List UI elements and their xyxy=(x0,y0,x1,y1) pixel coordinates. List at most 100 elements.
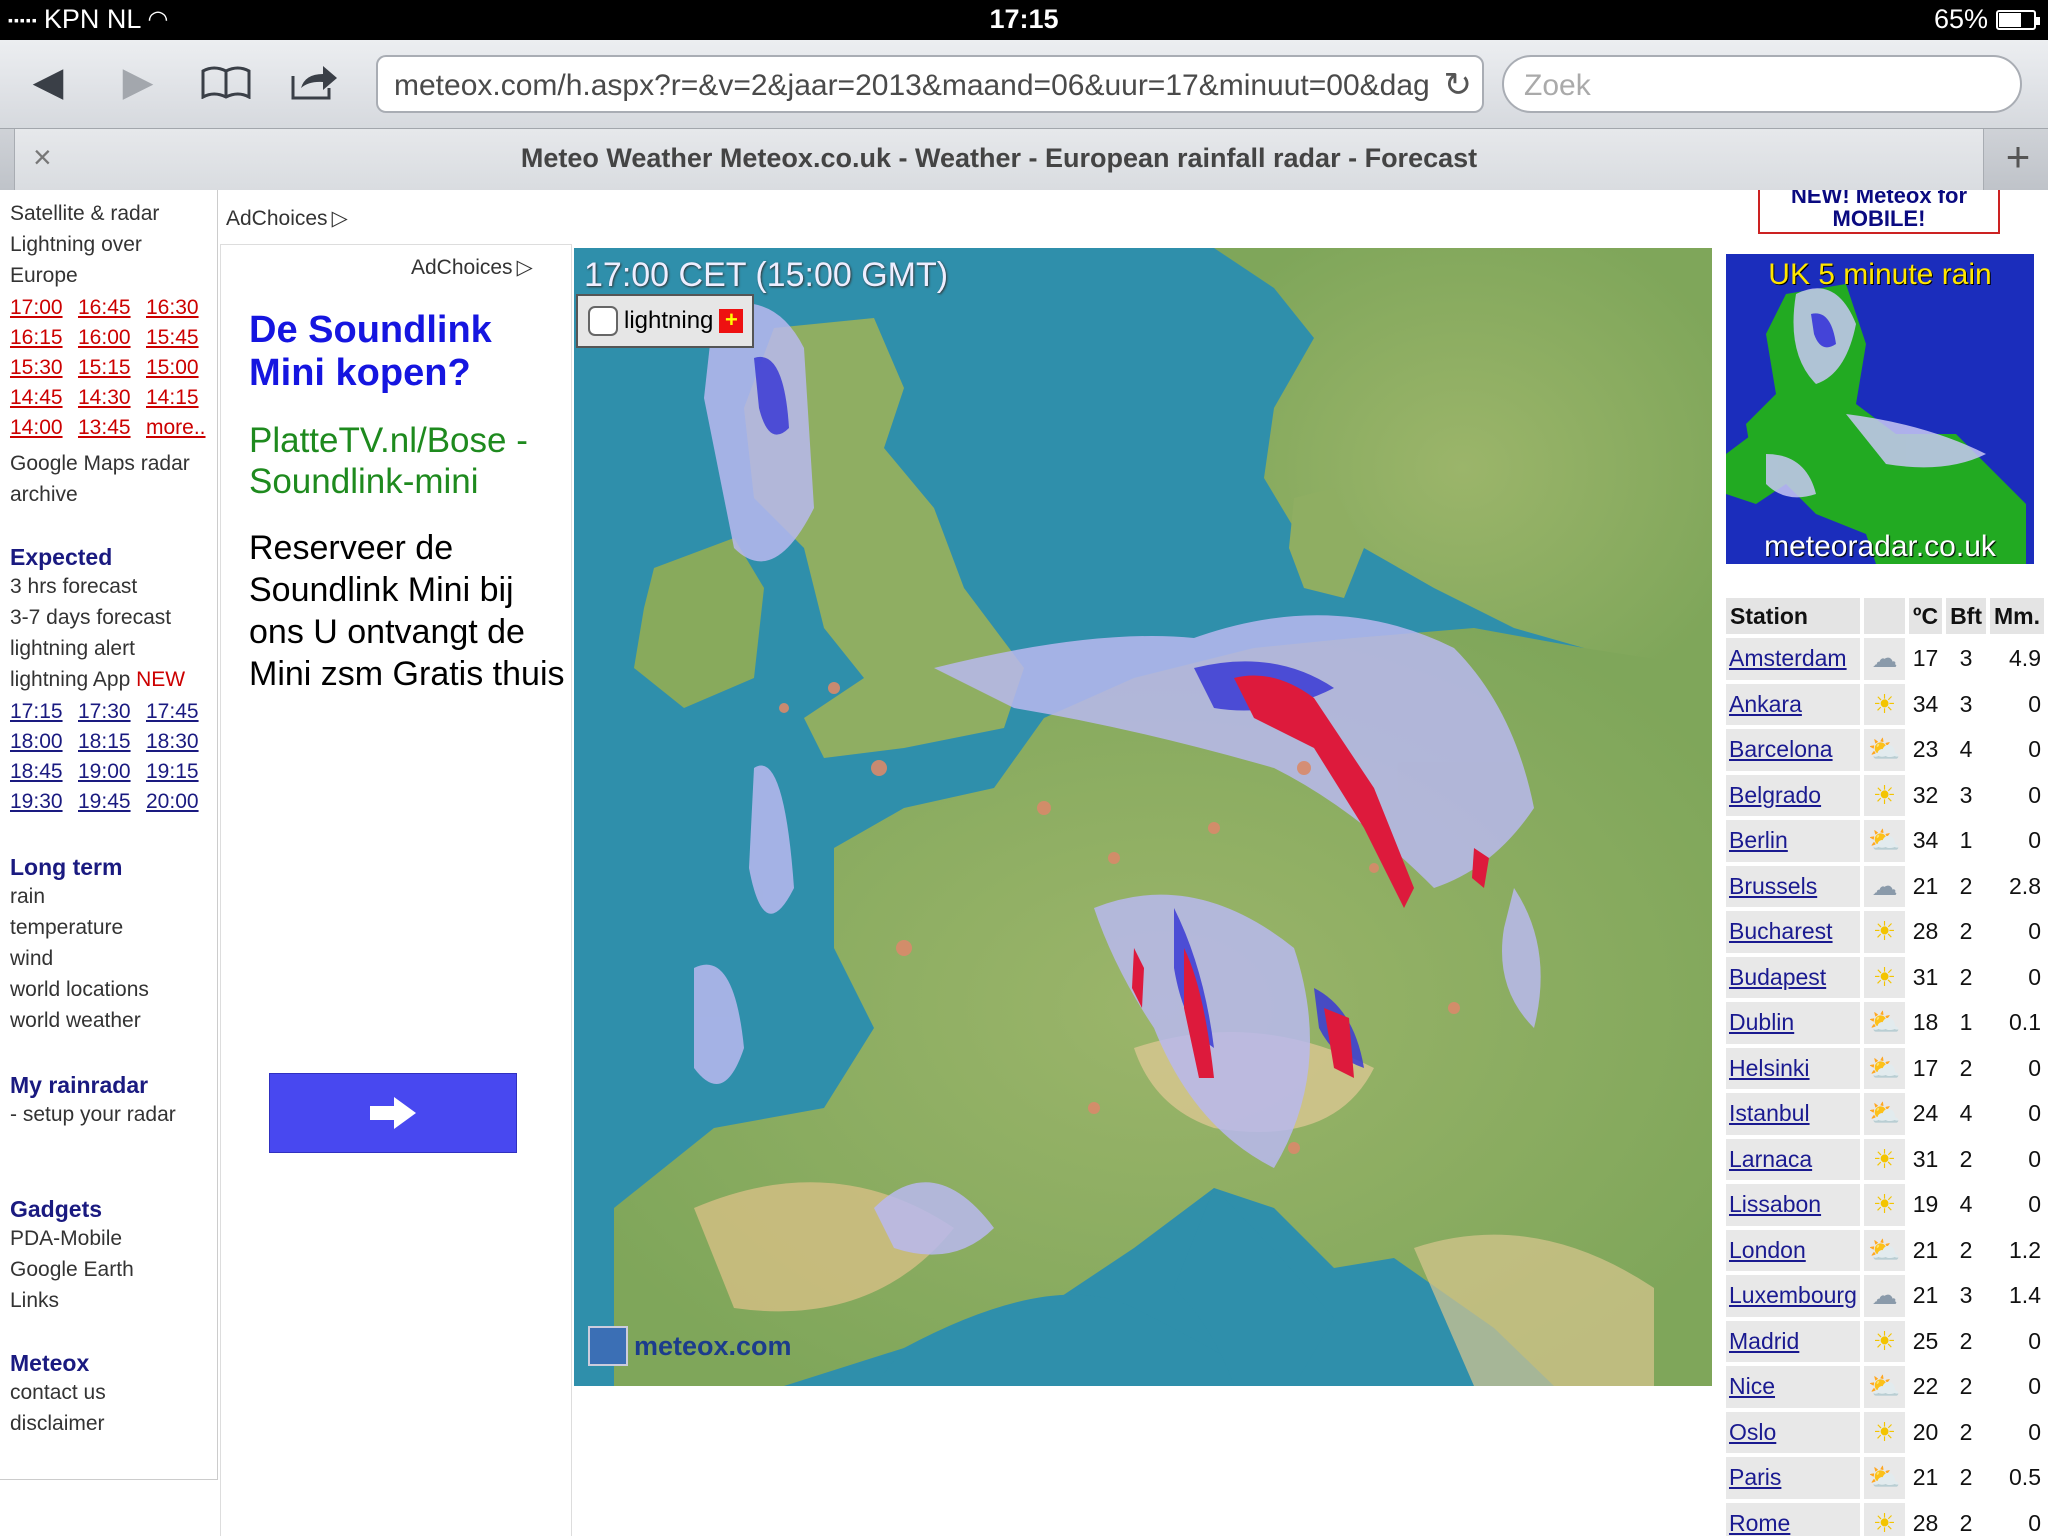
future-time-link[interactable]: 19:00 xyxy=(78,760,146,784)
world-weather-link[interactable]: world weather xyxy=(10,1009,141,1033)
mobile-banner[interactable]: NEW! Meteox for MOBILE! xyxy=(1758,190,2000,234)
adchoices-ad[interactable]: AdChoices ▷ xyxy=(411,255,533,280)
past-time-link[interactable]: more.. xyxy=(146,416,214,440)
table-row: Paris ⛅ 21 2 0.5 xyxy=(1726,1457,2044,1499)
bookmarks-icon[interactable] xyxy=(196,54,256,110)
station-link[interactable]: Budapest xyxy=(1729,964,1826,990)
google-earth-link[interactable]: Google Earth xyxy=(10,1258,134,1282)
station-link[interactable]: Larnaca xyxy=(1729,1146,1812,1172)
future-time-link[interactable]: 18:30 xyxy=(146,730,214,754)
station-link[interactable]: Belgrado xyxy=(1729,782,1821,808)
europe-link[interactable]: Europe xyxy=(10,264,78,288)
future-time-link[interactable]: 17:30 xyxy=(78,700,146,724)
lightning-app-link[interactable]: lightning App NEW xyxy=(10,668,185,692)
temp-cell: 18 xyxy=(1912,1009,1939,1036)
station-link[interactable]: Paris xyxy=(1729,1464,1781,1490)
station-link[interactable]: Barcelona xyxy=(1729,736,1833,762)
plus-icon[interactable]: + xyxy=(719,309,744,333)
station-link[interactable]: Helsinki xyxy=(1729,1055,1810,1081)
forecast-3-7-link[interactable]: 3-7 days forecast xyxy=(10,606,171,630)
share-icon[interactable] xyxy=(284,54,344,110)
rain-link[interactable]: rain xyxy=(10,885,45,909)
adchoices-label: AdChoices xyxy=(411,255,513,279)
new-tab-button[interactable]: + xyxy=(1988,133,2048,187)
future-time-link[interactable]: 20:00 xyxy=(146,790,214,814)
station-name-cell: Budapest xyxy=(1726,956,1860,998)
future-time-link[interactable]: 18:45 xyxy=(10,760,78,784)
contact-link[interactable]: contact us xyxy=(10,1381,106,1405)
past-time-link[interactable]: 17:00 xyxy=(10,296,78,320)
temp-cell: 17 xyxy=(1912,645,1939,672)
weather-glyph: ⛅ xyxy=(1868,1052,1901,1083)
future-time-link[interactable]: 17:15 xyxy=(10,700,78,724)
lightning-toggle[interactable]: lightning + xyxy=(576,294,754,348)
past-time-link[interactable]: 13:45 xyxy=(78,416,146,440)
past-time-link[interactable]: 14:00 xyxy=(10,416,78,440)
future-time-link[interactable]: 19:45 xyxy=(78,790,146,814)
past-time-link[interactable]: 16:45 xyxy=(78,296,146,320)
past-time-link[interactable]: 15:30 xyxy=(10,356,78,380)
past-time-link[interactable]: 16:15 xyxy=(10,326,78,350)
world-locations-link[interactable]: world locations xyxy=(10,978,149,1002)
station-link[interactable]: Oslo xyxy=(1729,1419,1776,1445)
back-icon[interactable]: ◀ xyxy=(18,54,78,110)
url-field[interactable]: meteox.com/h.aspx?r=&v=2&jaar=2013&maand… xyxy=(376,55,1484,113)
archive-link[interactable]: archive xyxy=(10,483,78,507)
past-time-link[interactable]: 15:15 xyxy=(78,356,146,380)
past-time-link[interactable]: 14:45 xyxy=(10,386,78,410)
lightning-app-label: lightning App xyxy=(10,668,131,691)
station-link[interactable]: Nice xyxy=(1729,1373,1775,1399)
station-link[interactable]: Bucharest xyxy=(1729,918,1833,944)
station-link[interactable]: Amsterdam xyxy=(1729,645,1847,671)
future-time-link[interactable]: 17:45 xyxy=(146,700,214,724)
station-name-cell: Ankara xyxy=(1726,683,1860,725)
station-link[interactable]: Madrid xyxy=(1729,1328,1799,1354)
station-link[interactable]: Brussels xyxy=(1729,873,1817,899)
browser-toolbar: ◀ ▶ meteox.com/h.aspx?r=&v=2&jaar=2013&m… xyxy=(0,40,2048,128)
past-time-link[interactable]: 15:45 xyxy=(146,326,214,350)
sun-icon: ☀ xyxy=(1863,1320,1906,1362)
future-time-link[interactable]: 19:15 xyxy=(146,760,214,784)
lightning-alert-link[interactable]: lightning alert xyxy=(10,637,135,661)
links-link[interactable]: Links xyxy=(10,1289,59,1313)
past-time-link[interactable]: 16:00 xyxy=(78,326,146,350)
station-link[interactable]: Istanbul xyxy=(1729,1100,1810,1126)
satellite-link[interactable]: Satellite & radar xyxy=(10,202,159,226)
reload-icon[interactable]: ↻ xyxy=(1444,65,1473,105)
station-link[interactable]: Berlin xyxy=(1729,827,1788,853)
future-time-link[interactable]: 19:30 xyxy=(10,790,78,814)
station-link[interactable]: Rome xyxy=(1729,1510,1790,1536)
station-link[interactable]: Dublin xyxy=(1729,1009,1794,1035)
temperature-link[interactable]: temperature xyxy=(10,916,123,940)
ad-title[interactable]: De Soundlink Mini kopen? xyxy=(249,309,559,394)
future-time-link[interactable]: 18:00 xyxy=(10,730,78,754)
ad-go-button[interactable] xyxy=(269,1073,517,1153)
radar-map[interactable]: 17:00 CET (15:00 GMT) lightning + meteox… xyxy=(574,248,1712,1386)
wind-link[interactable]: wind xyxy=(10,947,53,971)
past-time-link[interactable]: 16:30 xyxy=(146,296,214,320)
uk-rain-widget[interactable]: UK 5 minute rain meteoradar.co.uk xyxy=(1726,254,2034,564)
mm-cell: 0 xyxy=(2028,1418,2041,1445)
future-time-link[interactable]: 18:15 xyxy=(78,730,146,754)
station-link[interactable]: Lissabon xyxy=(1729,1191,1821,1217)
past-time-link[interactable]: 14:30 xyxy=(78,386,146,410)
setup-radar-link[interactable]: - setup your radar xyxy=(10,1103,176,1127)
forecast-3h-link[interactable]: 3 hrs forecast xyxy=(10,575,137,599)
station-link[interactable]: Luxembourg xyxy=(1729,1282,1857,1308)
search-field[interactable]: Zoek xyxy=(1502,55,2022,113)
ad-url[interactable]: PlatteTV.nl/Bose -Soundlink-mini xyxy=(249,421,569,503)
station-link[interactable]: Ankara xyxy=(1729,691,1802,717)
lightning-link[interactable]: Lightning over xyxy=(10,233,142,257)
lightning-checkbox[interactable] xyxy=(588,306,618,336)
station-link[interactable]: London xyxy=(1729,1237,1806,1263)
station-name-cell: Helsinki xyxy=(1726,1047,1860,1089)
pda-link[interactable]: PDA-Mobile xyxy=(10,1227,122,1251)
tab-active[interactable]: × Meteo Weather Meteox.co.uk - Weather -… xyxy=(14,129,1984,191)
bft-cell: 2 xyxy=(1959,1373,1973,1400)
past-time-link[interactable]: 14:15 xyxy=(146,386,214,410)
google-maps-link[interactable]: Google Maps radar xyxy=(10,452,190,476)
disclaimer-link[interactable]: disclaimer xyxy=(10,1412,105,1436)
forward-icon[interactable]: ▶ xyxy=(108,54,168,110)
adchoices-top[interactable]: AdChoices ▷ xyxy=(226,206,348,231)
past-time-link[interactable]: 15:00 xyxy=(146,356,214,380)
